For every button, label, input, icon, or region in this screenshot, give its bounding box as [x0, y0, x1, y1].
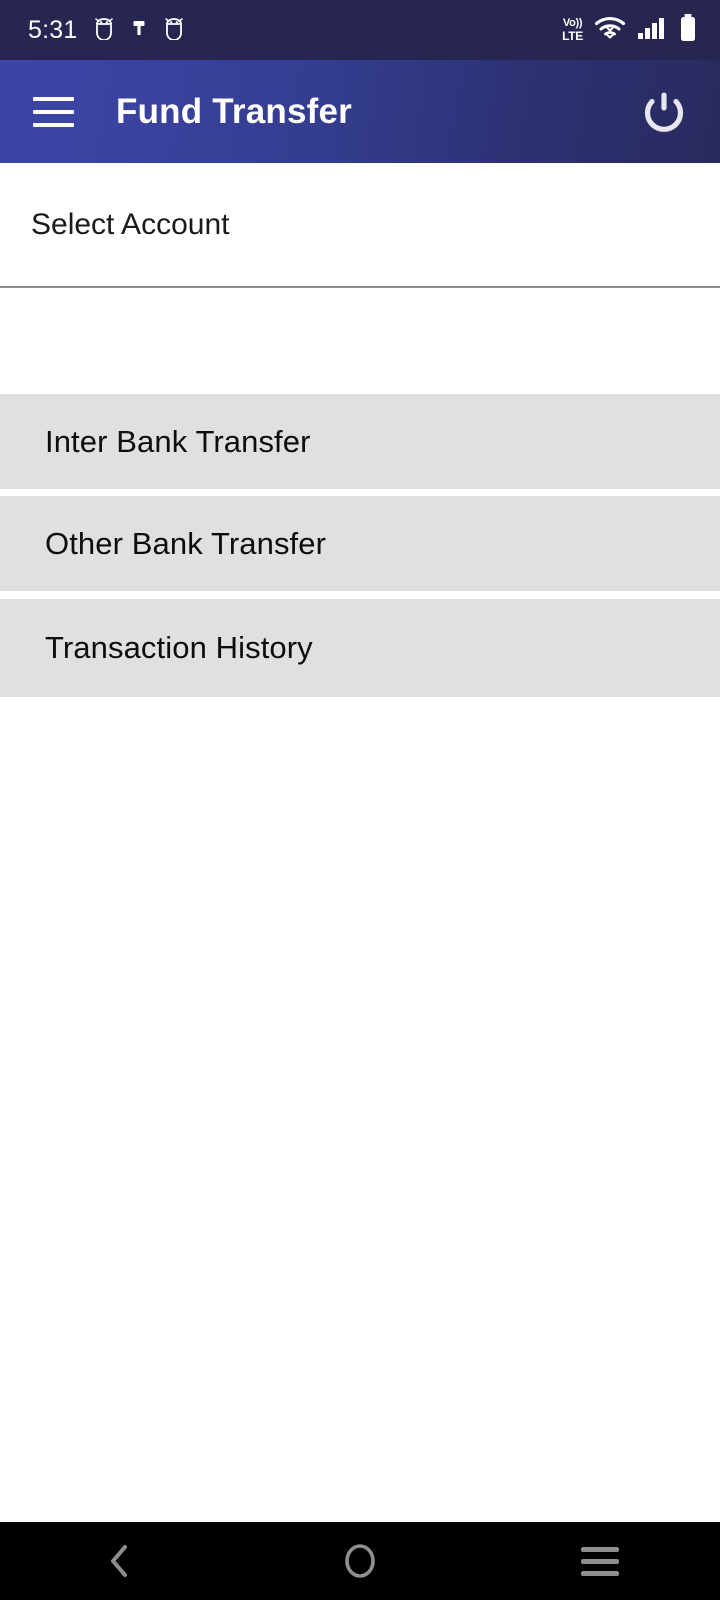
status-bar-left-group: 5:31 [28, 16, 185, 45]
list-item-label: Inter Bank Transfer [45, 423, 311, 459]
volte-top-label: Vo)) [562, 17, 583, 29]
list-item-label: Other Bank Transfer [45, 525, 327, 561]
hamburger-menu-icon[interactable] [22, 81, 84, 143]
phone-screen: 5:31 Vo)) LTE Fund Transfer Select Accou… [0, 0, 720, 1600]
recent-apps-bars [581, 1546, 619, 1576]
recent-apps-icon[interactable] [480, 1522, 720, 1600]
android-robot-icon [163, 16, 185, 45]
cellular-signal-icon [637, 15, 667, 46]
volte-icon: Vo)) LTE [562, 17, 583, 43]
power-logout-icon[interactable] [636, 84, 692, 140]
usb-plug-icon [131, 16, 147, 45]
wifi-icon [594, 15, 626, 46]
volte-bottom-label: LTE [562, 29, 583, 43]
status-bar-clock: 5:31 [28, 15, 78, 44]
status-bar: 5:31 Vo)) LTE [0, 0, 720, 60]
list-item-other-bank-transfer[interactable]: Other Bank Transfer [0, 496, 720, 591]
select-account-label: Select Account [31, 207, 230, 241]
hamburger-bar [32, 122, 74, 127]
transfer-options-list: Inter Bank Transfer Other Bank Transfer … [0, 394, 720, 697]
page-title: Fund Transfer [116, 91, 352, 131]
hamburger-bar [32, 96, 74, 101]
hamburger-bar [32, 109, 74, 114]
recent-apps-bar [581, 1570, 619, 1576]
main-content: Select Account Inter Bank Transfer Other… [0, 163, 720, 1522]
recent-apps-bar [581, 1558, 619, 1564]
list-item-transaction-history[interactable]: Transaction History [0, 599, 720, 697]
battery-icon [678, 13, 698, 48]
android-robot-icon [93, 16, 115, 45]
status-bar-right-group: Vo)) LTE [562, 13, 698, 48]
app-header: Fund Transfer [0, 60, 720, 163]
recent-apps-bar [581, 1546, 619, 1552]
home-icon[interactable] [240, 1522, 480, 1600]
select-account-dropdown[interactable]: Select Account [0, 163, 720, 288]
list-item-label: Transaction History [45, 630, 313, 665]
android-navigation-bar [0, 1522, 720, 1600]
back-icon[interactable] [0, 1522, 240, 1600]
list-item-inter-bank-transfer[interactable]: Inter Bank Transfer [0, 394, 720, 489]
